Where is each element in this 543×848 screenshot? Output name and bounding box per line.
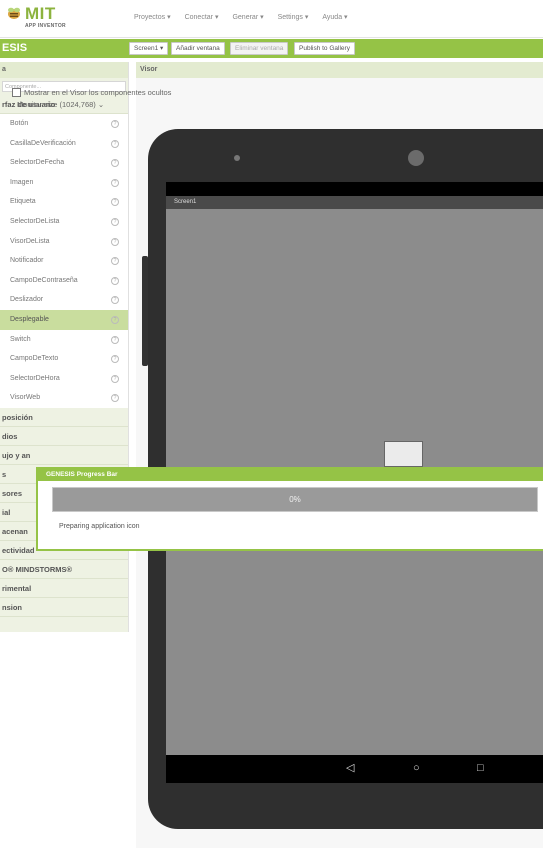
help-icon[interactable]: ? (111, 335, 119, 344)
logo-subtitle: APP INVENTOR (25, 23, 66, 29)
palette-item-checkbox[interactable]: CasillaDeVerificación? (0, 133, 128, 154)
palette-category-layout[interactable]: posición (0, 407, 128, 427)
progress-bar: 0% (52, 487, 538, 512)
palette-category-media[interactable]: dios (0, 426, 128, 446)
phone-status-bar (166, 182, 543, 196)
palette-item-label: CasillaDeVerificación (10, 139, 76, 147)
app-inventor-logo[interactable]: MIT APP INVENTOR (0, 2, 110, 34)
palette-item-list: Botón? CasillaDeVerificación? SelectorDe… (0, 114, 128, 408)
add-screen-button[interactable]: Añadir ventana (171, 42, 225, 55)
palette-item-label: SelectorDeHora (10, 374, 60, 382)
phone-camera-icon (234, 155, 240, 161)
recent-apps-icon: □ (477, 762, 484, 774)
help-icon[interactable]: ? (111, 159, 119, 168)
help-icon[interactable]: ? (111, 374, 119, 383)
show-hidden-components-option[interactable]: Mostrar en el Visor los componentes ocul… (12, 88, 171, 97)
component-placeholder[interactable] (384, 441, 423, 467)
palette-item-label[interactable]: Etiqueta? (0, 192, 128, 212)
palette-item-label: Etiqueta (10, 198, 36, 206)
palette-item-image[interactable]: Imagen? (0, 172, 128, 193)
palette-item-label: Imagen (10, 178, 34, 186)
progress-percent: 0% (289, 495, 301, 504)
remove-screen-button[interactable]: Eliminar ventana (230, 42, 289, 55)
top-menu: Proyectos ▾ Conectar ▾ Generar ▾ Setting… (134, 13, 348, 21)
show-hidden-label: Mostrar en el Visor los componentes ocul… (24, 88, 172, 97)
palette-item-spinner[interactable]: Desplegable? (0, 309, 128, 330)
palette-item-label: SelectorDeFecha (10, 159, 65, 167)
help-icon[interactable]: ? (111, 276, 119, 285)
palette-item-label: Desplegable (10, 315, 49, 323)
menu-proyectos[interactable]: Proyectos ▾ (134, 13, 171, 21)
menu-settings[interactable]: Settings ▾ (278, 13, 309, 21)
help-icon[interactable]: ? (111, 198, 119, 207)
palette-item-button[interactable]: Botón? (0, 114, 128, 134)
viewer-header: Visor (136, 62, 543, 78)
help-icon[interactable]: ? (111, 257, 119, 266)
palette-item-notifier[interactable]: Notificador? (0, 251, 128, 271)
top-bar: MIT APP INVENTOR Proyectos ▾ Conectar ▾ … (0, 0, 543, 38)
help-icon[interactable]: ? (111, 394, 119, 403)
home-icon: ○ (413, 762, 420, 774)
publish-to-gallery-button[interactable]: Publish to Gallery (294, 42, 355, 55)
help-icon[interactable]: ? (111, 178, 119, 187)
palette-header: a (0, 62, 128, 78)
phone-speaker-icon (408, 150, 424, 166)
palette-item-label: Switch (10, 335, 31, 343)
project-toolbar: ESIS Screen1 ▾ Añadir ventana Eliminar v… (0, 39, 543, 58)
progress-dialog: GENESIS Progress Bar 0% Preparing applic… (36, 467, 543, 551)
palette-item-label: VisorWeb (10, 394, 41, 402)
palette-category-drawing-animation[interactable]: ujo y an (0, 445, 128, 465)
project-name: ESIS (2, 42, 28, 54)
palette-item-timepicker[interactable]: SelectorDeHora? (0, 368, 128, 389)
palette-item-label: Deslizador (10, 296, 44, 304)
menu-generar[interactable]: Generar ▾ (232, 13, 263, 21)
palette-item-switch[interactable]: Switch? (0, 329, 128, 350)
palette-item-datepicker[interactable]: SelectorDeFecha? (0, 153, 128, 173)
progress-status-text: Preparing application icon (59, 523, 140, 530)
help-icon[interactable]: ? (111, 120, 119, 128)
palette-item-passwordtextbox[interactable]: CampoDeContraseña? (0, 270, 128, 291)
palette-category-extension[interactable]: nsion (0, 597, 128, 617)
palette-item-listpicker[interactable]: SelectorDeLista? (0, 211, 128, 232)
progress-dialog-title: GENESIS Progress Bar (38, 469, 543, 481)
monitor-size-dropdown[interactable]: Monitor size (1024,768) ⌄ (17, 100, 104, 109)
palette-item-label: Notificador (10, 257, 44, 265)
help-icon[interactable]: ? (111, 237, 119, 246)
palette-item-label: VisorDeLista (10, 237, 50, 245)
show-hidden-checkbox[interactable] (12, 88, 21, 97)
palette-item-webviewer[interactable]: VisorWeb? (0, 388, 128, 408)
palette-item-label: CampoDeContraseña (10, 276, 78, 284)
back-icon: ◁ (346, 762, 355, 774)
logo-title: MIT (25, 4, 56, 23)
help-icon[interactable]: ? (111, 315, 119, 324)
palette-item-label: Botón (10, 120, 29, 127)
palette-category-lego-mindstorms[interactable]: O® MINDSTORMS® (0, 559, 128, 579)
help-icon[interactable]: ? (111, 217, 119, 226)
screen-select-dropdown[interactable]: Screen1 ▾ (129, 42, 169, 55)
palette-item-label: CampoDeTexto (10, 355, 59, 363)
palette-category-experimental[interactable]: rimental (0, 578, 128, 598)
palette-item-textbox[interactable]: CampoDeTexto? (0, 349, 128, 369)
help-icon[interactable]: ? (111, 355, 119, 364)
menu-ayuda[interactable]: Ayuda ▾ (322, 13, 347, 21)
bee-logo-icon (8, 7, 20, 19)
screen-title-bar: Screen1 (166, 196, 543, 209)
help-icon[interactable]: ? (111, 139, 119, 148)
palette-item-label: SelectorDeLista (10, 217, 60, 225)
palette-item-slider[interactable]: Deslizador? (0, 290, 128, 310)
help-icon[interactable]: ? (111, 296, 119, 305)
phone-nav-bar (166, 755, 543, 783)
menu-conectar[interactable]: Conectar ▾ (185, 13, 219, 21)
palette-item-listview[interactable]: VisorDeLista? (0, 231, 128, 252)
